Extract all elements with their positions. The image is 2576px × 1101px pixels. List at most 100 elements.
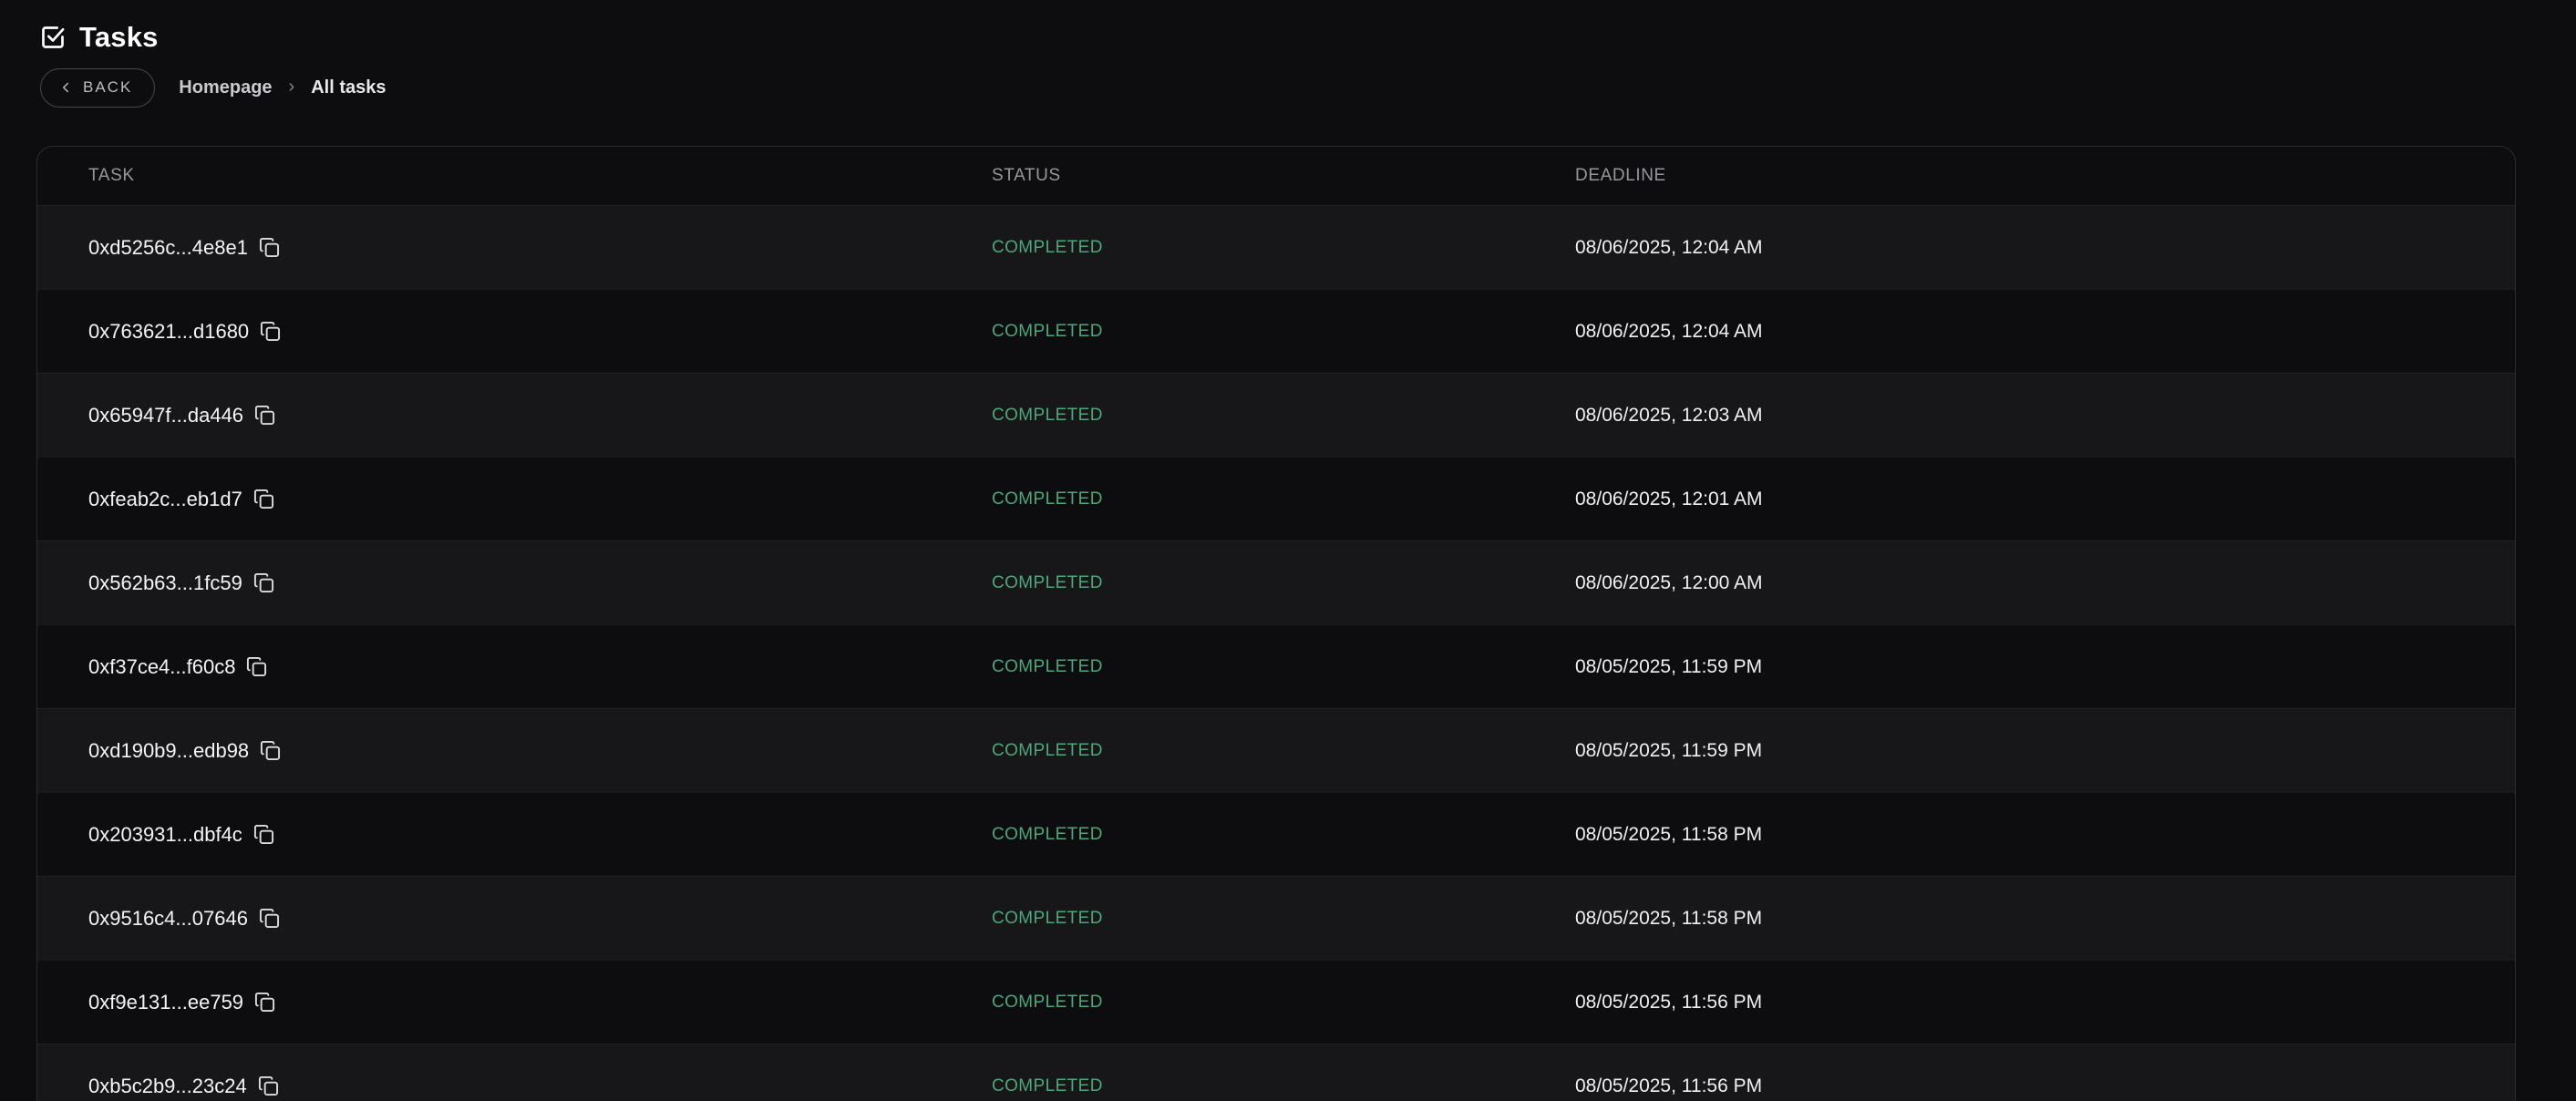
task-cell: 0xfeab2c...eb1d7 bbox=[88, 488, 992, 511]
deadline-text: 08/05/2025, 11:58 PM bbox=[1575, 824, 1762, 845]
deadline-cell: 08/06/2025, 12:01 AM bbox=[1575, 489, 2464, 510]
deadline-text: 08/06/2025, 12:00 AM bbox=[1575, 572, 1763, 593]
task-hash: 0x9516c4...07646 bbox=[88, 907, 248, 931]
task-cell: 0xd5256c...4e8e1 bbox=[88, 236, 992, 260]
table-row[interactable]: 0x763621...d1680 COMPLETED 08/06/2025, 1… bbox=[37, 289, 2515, 373]
status-badge: COMPLETED bbox=[992, 825, 1103, 844]
copy-icon[interactable] bbox=[253, 572, 274, 593]
column-header-status: STATUS bbox=[992, 166, 1575, 186]
table-row[interactable]: 0xf37ce4...f60c8 COMPLETED 08/05/2025, 1… bbox=[37, 624, 2515, 708]
status-cell: COMPLETED bbox=[992, 993, 1575, 1013]
table-row[interactable]: 0x65947f...da446 COMPLETED 08/06/2025, 1… bbox=[37, 373, 2515, 457]
table-row[interactable]: 0x203931...dbf4c COMPLETED 08/05/2025, 1… bbox=[37, 792, 2515, 876]
status-badge: COMPLETED bbox=[992, 1076, 1103, 1096]
task-cell: 0x763621...d1680 bbox=[88, 320, 992, 344]
status-badge: COMPLETED bbox=[992, 573, 1103, 592]
chevron-left-icon bbox=[57, 79, 74, 96]
copy-icon[interactable] bbox=[253, 824, 274, 845]
task-hash: 0xd5256c...4e8e1 bbox=[88, 236, 248, 260]
table-header-row: TASK STATUS DEADLINE bbox=[37, 147, 2515, 205]
task-cell: 0xf9e131...ee759 bbox=[88, 991, 992, 1014]
status-cell: COMPLETED bbox=[992, 238, 1575, 258]
status-cell: COMPLETED bbox=[992, 322, 1575, 342]
status-cell: COMPLETED bbox=[992, 909, 1575, 929]
deadline-text: 08/05/2025, 11:59 PM bbox=[1575, 656, 1762, 677]
deadline-cell: 08/06/2025, 12:00 AM bbox=[1575, 572, 2464, 594]
deadline-text: 08/05/2025, 11:56 PM bbox=[1575, 992, 1762, 1013]
deadline-text: 08/05/2025, 11:58 PM bbox=[1575, 908, 1762, 929]
table-row[interactable]: 0xfeab2c...eb1d7 COMPLETED 08/06/2025, 1… bbox=[37, 457, 2515, 540]
status-badge: COMPLETED bbox=[992, 489, 1103, 509]
table-row[interactable]: 0xd5256c...4e8e1 COMPLETED 08/06/2025, 1… bbox=[37, 205, 2515, 289]
deadline-text: 08/06/2025, 12:01 AM bbox=[1575, 489, 1763, 509]
copy-icon[interactable] bbox=[254, 405, 275, 426]
page-title: Tasks bbox=[79, 21, 159, 54]
table-row[interactable]: 0x9516c4...07646 COMPLETED 08/05/2025, 1… bbox=[37, 876, 2515, 960]
back-button[interactable]: BACK bbox=[40, 68, 155, 108]
status-badge: COMPLETED bbox=[992, 238, 1103, 257]
copy-icon[interactable] bbox=[258, 1075, 279, 1096]
breadcrumb: Homepage › All tasks bbox=[179, 77, 386, 98]
task-hash: 0xb5c2b9...23c24 bbox=[88, 1075, 247, 1098]
deadline-cell: 08/05/2025, 11:58 PM bbox=[1575, 824, 2464, 846]
tasks-table-card: TASK STATUS DEADLINE 0xd5256c...4e8e1 CO… bbox=[36, 146, 2516, 1101]
status-cell: COMPLETED bbox=[992, 1076, 1575, 1096]
status-badge: COMPLETED bbox=[992, 657, 1103, 676]
task-hash: 0xf9e131...ee759 bbox=[88, 991, 243, 1014]
deadline-cell: 08/05/2025, 11:56 PM bbox=[1575, 992, 2464, 1014]
task-cell: 0xf37ce4...f60c8 bbox=[88, 655, 992, 679]
status-badge: COMPLETED bbox=[992, 322, 1103, 341]
task-hash: 0x65947f...da446 bbox=[88, 404, 243, 427]
deadline-cell: 08/05/2025, 11:59 PM bbox=[1575, 656, 2464, 678]
task-cell: 0xd190b9...edb98 bbox=[88, 739, 992, 763]
page-header: Tasks BACK Homepage › All tasks bbox=[0, 0, 2576, 108]
deadline-cell: 08/06/2025, 12:04 AM bbox=[1575, 237, 2464, 259]
task-hash: 0xf37ce4...f60c8 bbox=[88, 655, 235, 679]
check-square-icon bbox=[40, 25, 66, 50]
status-cell: COMPLETED bbox=[992, 657, 1575, 677]
task-hash: 0x763621...d1680 bbox=[88, 320, 249, 344]
deadline-text: 08/06/2025, 12:03 AM bbox=[1575, 405, 1763, 426]
table-row[interactable]: 0x562b63...1fc59 COMPLETED 08/06/2025, 1… bbox=[37, 540, 2515, 624]
table-row[interactable]: 0xb5c2b9...23c24 COMPLETED 08/05/2025, 1… bbox=[37, 1044, 2515, 1101]
deadline-text: 08/06/2025, 12:04 AM bbox=[1575, 237, 1763, 258]
table-row[interactable]: 0xf9e131...ee759 COMPLETED 08/05/2025, 1… bbox=[37, 960, 2515, 1044]
status-cell: COMPLETED bbox=[992, 489, 1575, 509]
table-body: 0xd5256c...4e8e1 COMPLETED 08/06/2025, 1… bbox=[37, 205, 2515, 1101]
copy-icon[interactable] bbox=[259, 237, 280, 258]
breadcrumb-all-tasks[interactable]: All tasks bbox=[311, 77, 386, 98]
task-hash: 0x562b63...1fc59 bbox=[88, 571, 242, 595]
deadline-cell: 08/06/2025, 12:03 AM bbox=[1575, 405, 2464, 427]
status-cell: COMPLETED bbox=[992, 741, 1575, 761]
copy-icon[interactable] bbox=[259, 908, 280, 929]
breadcrumb-row: BACK Homepage › All tasks bbox=[40, 67, 2576, 108]
task-cell: 0x562b63...1fc59 bbox=[88, 571, 992, 595]
table-row[interactable]: 0xd190b9...edb98 COMPLETED 08/05/2025, 1… bbox=[37, 708, 2515, 792]
copy-icon[interactable] bbox=[260, 740, 281, 761]
deadline-text: 08/06/2025, 12:04 AM bbox=[1575, 321, 1763, 342]
chevron-right-icon: › bbox=[289, 77, 295, 98]
task-cell: 0x203931...dbf4c bbox=[88, 823, 992, 847]
task-hash: 0xd190b9...edb98 bbox=[88, 739, 249, 763]
copy-icon[interactable] bbox=[260, 321, 281, 342]
deadline-cell: 08/05/2025, 11:56 PM bbox=[1575, 1075, 2464, 1097]
deadline-text: 08/05/2025, 11:59 PM bbox=[1575, 740, 1762, 761]
back-button-label: BACK bbox=[83, 78, 132, 97]
breadcrumb-homepage[interactable]: Homepage bbox=[179, 77, 272, 98]
copy-icon[interactable] bbox=[246, 656, 267, 677]
copy-icon[interactable] bbox=[253, 489, 274, 509]
deadline-cell: 08/05/2025, 11:58 PM bbox=[1575, 908, 2464, 930]
status-badge: COMPLETED bbox=[992, 909, 1103, 928]
title-row: Tasks bbox=[40, 15, 2576, 60]
deadline-text: 08/05/2025, 11:56 PM bbox=[1575, 1075, 1762, 1096]
status-badge: COMPLETED bbox=[992, 993, 1103, 1012]
deadline-cell: 08/05/2025, 11:59 PM bbox=[1575, 740, 2464, 762]
status-badge: COMPLETED bbox=[992, 406, 1103, 425]
task-cell: 0xb5c2b9...23c24 bbox=[88, 1075, 992, 1098]
status-badge: COMPLETED bbox=[992, 741, 1103, 760]
task-cell: 0x65947f...da446 bbox=[88, 404, 992, 427]
task-hash: 0xfeab2c...eb1d7 bbox=[88, 488, 242, 511]
column-header-task: TASK bbox=[88, 166, 992, 186]
copy-icon[interactable] bbox=[254, 992, 275, 1013]
column-header-deadline: DEADLINE bbox=[1575, 166, 2464, 186]
